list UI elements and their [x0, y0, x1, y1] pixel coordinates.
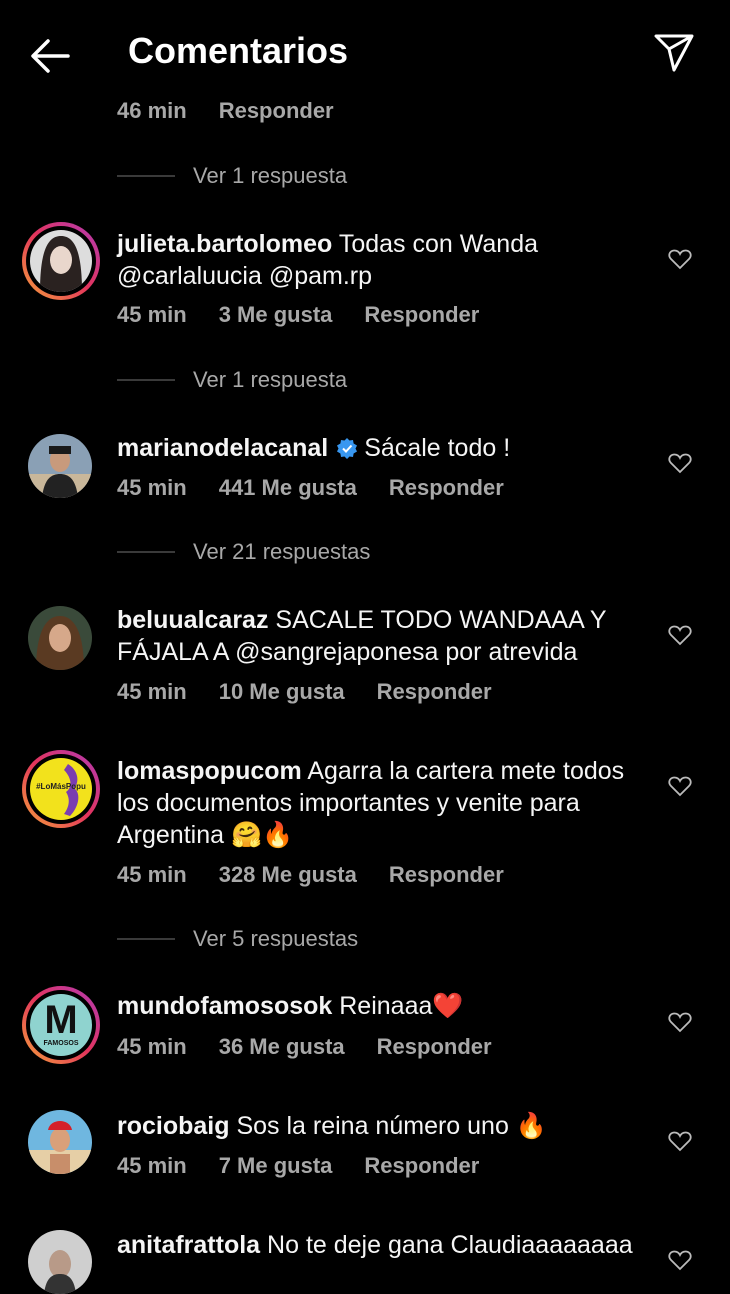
- avatar-photo: [30, 230, 92, 292]
- comment-time: 45 min: [117, 302, 187, 327]
- comment-username[interactable]: anitafrattola: [117, 1231, 260, 1259]
- page-title: Comentarios: [128, 30, 349, 71]
- comment-body: No te deje gana Claudiaaaaaaaa: [267, 1231, 633, 1259]
- avatar[interactable]: #LoMásPopu: [22, 750, 100, 828]
- comment-text: lomaspopucom Agarra la cartera mete todo…: [117, 755, 647, 851]
- view-replies-button[interactable]: Ver 5 respuestas: [117, 926, 358, 952]
- divider: [117, 551, 175, 553]
- avatar-logo-text: #LoMásPopu: [36, 782, 86, 791]
- avatar-logo-text: FAMOSOS: [43, 1040, 79, 1047]
- comment-text: julieta.bartolomeo Todas con Wanda @carl…: [117, 228, 647, 292]
- avatar[interactable]: M FAMOSOS: [22, 986, 100, 1064]
- comment-meta: 45 min 10 Me gusta Responder: [117, 679, 524, 705]
- comment-time: 45 min: [117, 862, 187, 887]
- likes-count[interactable]: 441 Me gusta: [219, 475, 357, 500]
- comment-text: beluualcaraz SACALE TODO WANDAAA Y FÁJAL…: [117, 604, 647, 668]
- heart-icon[interactable]: [668, 1011, 692, 1033]
- comment-meta: 45 min 7 Me gusta Responder: [117, 1153, 511, 1179]
- divider: [117, 175, 175, 177]
- reply-button[interactable]: Responder: [389, 475, 504, 500]
- reply-button[interactable]: Responder: [364, 1153, 479, 1178]
- comment-username[interactable]: lomaspopucom: [117, 757, 302, 785]
- view-replies-label: Ver 21 respuestas: [193, 539, 371, 564]
- comment-username[interactable]: beluualcaraz: [117, 606, 268, 634]
- comment-text: mundofamososok Reinaaa❤️: [117, 990, 647, 1022]
- reply-button[interactable]: Responder: [377, 679, 492, 704]
- heart-icon[interactable]: [668, 624, 692, 646]
- heart-icon[interactable]: [668, 452, 692, 474]
- comment-username[interactable]: marianodelacanal: [117, 434, 328, 462]
- divider: [117, 379, 175, 381]
- paper-plane-icon[interactable]: [652, 32, 696, 72]
- comment-time: 45 min: [117, 475, 187, 500]
- comment-body: Reinaaa❤️: [339, 992, 464, 1020]
- avatar[interactable]: [28, 1230, 92, 1294]
- divider: [117, 938, 175, 940]
- avatar[interactable]: [28, 606, 92, 670]
- likes-count[interactable]: 7 Me gusta: [219, 1153, 333, 1178]
- comment-time: 45 min: [117, 1153, 187, 1178]
- verified-badge-icon: [337, 438, 358, 459]
- comment-username[interactable]: mundofamososok: [117, 992, 332, 1020]
- view-replies-label: Ver 1 respuesta: [193, 163, 348, 188]
- comment-meta: 45 min 36 Me gusta Responder: [117, 1034, 524, 1060]
- comment-body: Sos la reina número uno 🔥: [236, 1112, 547, 1140]
- view-replies-label: Ver 5 respuestas: [193, 926, 359, 951]
- comment-username[interactable]: rociobaig: [117, 1112, 230, 1140]
- comment-meta: 45 min 441 Me gusta Responder: [117, 475, 536, 501]
- comment-text: rociobaig Sos la reina número uno 🔥: [117, 1110, 647, 1142]
- avatar[interactable]: [28, 1110, 92, 1174]
- avatar[interactable]: [22, 222, 100, 300]
- heart-icon[interactable]: [668, 1249, 692, 1271]
- reply-button[interactable]: Responder: [219, 98, 334, 123]
- heart-icon[interactable]: [668, 1130, 692, 1152]
- view-replies-label: Ver 1 respuesta: [193, 367, 348, 392]
- avatar-logo-letter: M: [44, 998, 78, 1042]
- view-replies-button[interactable]: Ver 1 respuesta: [117, 367, 347, 393]
- comment-text: anitafrattola No te deje gana Claudiaaaa…: [117, 1229, 647, 1261]
- view-replies-button[interactable]: Ver 21 respuestas: [117, 539, 370, 565]
- likes-count[interactable]: 36 Me gusta: [219, 1034, 345, 1059]
- view-replies-button[interactable]: Ver 1 respuesta: [117, 163, 347, 189]
- heart-icon[interactable]: [668, 775, 692, 797]
- avatar-logo: #LoMásPopu: [30, 758, 92, 820]
- heart-icon[interactable]: [668, 248, 692, 270]
- avatar-logo: M FAMOSOS: [30, 994, 92, 1056]
- comment-meta: 46 min Responder: [117, 98, 366, 124]
- likes-count[interactable]: 3 Me gusta: [219, 302, 333, 327]
- reply-button[interactable]: Responder: [389, 862, 504, 887]
- reply-button[interactable]: Responder: [377, 1034, 492, 1059]
- comment-meta: 45 min 328 Me gusta Responder: [117, 862, 536, 888]
- comment-meta: 45 min 3 Me gusta Responder: [117, 302, 511, 328]
- likes-count[interactable]: 328 Me gusta: [219, 862, 357, 887]
- comment-time: 46 min: [117, 98, 187, 123]
- comment-time: 45 min: [117, 679, 187, 704]
- reply-button[interactable]: Responder: [364, 302, 479, 327]
- avatar[interactable]: [28, 434, 92, 498]
- comment-time: 45 min: [117, 1034, 187, 1059]
- comment-text: marianodelacanal Sácale todo !: [117, 432, 647, 464]
- comment-body: Sácale todo !: [364, 434, 511, 462]
- likes-count[interactable]: 10 Me gusta: [219, 679, 345, 704]
- top-bar: Comentarios: [0, 0, 730, 108]
- comment-username[interactable]: julieta.bartolomeo: [117, 230, 332, 258]
- arrow-left-icon[interactable]: [28, 36, 72, 76]
